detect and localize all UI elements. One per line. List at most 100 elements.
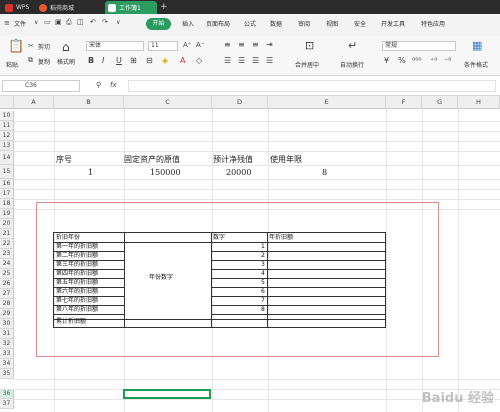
wrap-text-icon[interactable]: ↵ [348,39,357,52]
table-row-label[interactable]: 第二年的折旧额 [56,251,98,260]
table-number[interactable]: 7 [261,296,265,305]
name-box[interactable]: C36 [2,80,80,92]
column-header-b[interactable]: B [54,96,124,109]
column-header-a[interactable]: A [14,96,54,109]
table-row-label[interactable]: 第六年的折旧额 [56,287,98,296]
row-header[interactable]: 33 [0,349,14,359]
menu-formula[interactable]: 公式 [244,19,256,28]
hamburger-icon[interactable]: ≡ [4,19,10,27]
menu-page-layout[interactable]: 页面布局 [206,19,230,28]
menu-review[interactable]: 审阅 [298,19,310,28]
menu-features[interactable]: 特色应用 [421,19,445,28]
menu-start[interactable]: 开始 [146,18,171,30]
menu-insert[interactable]: 插入 [182,19,194,28]
row-header[interactable]: 11 [0,121,14,131]
align-top-icon[interactable]: ≡ [224,40,231,49]
cell-life-value[interactable]: 8 [322,168,327,177]
align-right-icon[interactable]: ☰ [252,56,259,65]
row-header[interactable]: 10 [0,111,14,121]
table-number[interactable]: 2 [261,251,265,260]
auto-wrap-button[interactable]: 自动换行 [340,60,364,69]
paste-button[interactable]: 粘贴 [6,60,18,69]
row-header[interactable]: 34 [0,359,14,369]
preview-icon[interactable]: ◫ [77,18,84,26]
chevron-down-icon[interactable]: ∨ [116,19,120,26]
table-row-label[interactable]: 第五年的折旧额 [56,278,98,287]
merge-center-icon[interactable]: ⊡ [305,39,314,52]
fx-icon[interactable]: fx [110,81,117,89]
table-number[interactable]: 6 [261,287,265,296]
tab-workbook[interactable]: 工作簿1 [105,1,157,14]
decimal-increase-icon[interactable]: ⁺⁰ [430,56,437,65]
chevron-down-icon[interactable]: ∨ [34,19,38,26]
format-painter-button[interactable]: 格式刷 [57,57,75,66]
save-icon[interactable]: ▣ [55,18,62,26]
strikethrough-icon[interactable]: ⊟ [146,56,153,65]
selected-cell[interactable] [123,389,211,399]
table-number[interactable]: 1 [261,242,265,251]
row-header[interactable]: 29 [0,309,14,319]
table-header-year[interactable]: 折旧年份 [56,233,80,242]
row-header[interactable]: 30 [0,319,14,329]
clear-format-icon[interactable]: ◇ [196,56,202,65]
row-header[interactable]: 27 [0,289,14,299]
align-center-icon[interactable]: ☰ [238,56,245,65]
table-merged-label[interactable]: 年份数字 [149,273,173,282]
row-header[interactable]: 25 [0,269,14,279]
table-number[interactable]: 5 [261,278,265,287]
zoom-icon[interactable]: ⚲ [96,81,101,89]
column-header-d[interactable]: D [212,96,268,109]
cell-life-header[interactable]: 使用年限 [270,154,302,165]
justify-icon[interactable]: ☰ [266,56,273,65]
column-header-h[interactable]: H [458,96,500,109]
column-header-g[interactable]: G [422,96,458,109]
row-header[interactable]: 19 [0,209,14,219]
grow-font-icon[interactable]: A⁺ [183,41,191,49]
menu-developer[interactable]: 开发工具 [381,19,405,28]
conditional-format-icon[interactable]: ▦ [472,39,482,52]
row-header[interactable]: 15 [0,165,14,179]
cell-seq-header[interactable]: 序号 [56,154,72,165]
row-header[interactable]: 12 [0,131,14,141]
row-header[interactable]: 17 [0,189,14,199]
menu-view[interactable]: 视图 [326,19,338,28]
number-format-select[interactable]: 常规 [382,41,456,51]
table-total-label[interactable]: 累计折旧额 [56,317,86,326]
indent-icon[interactable]: ⇥ [266,40,273,49]
row-header[interactable]: 26 [0,279,14,289]
paste-icon[interactable]: 📋 [8,39,24,54]
copy-button[interactable]: 复制 [38,57,50,66]
row-header[interactable]: 21 [0,229,14,239]
cell-asset-header[interactable]: 固定资产的原值 [124,154,180,165]
menu-data[interactable]: 数据 [270,19,282,28]
cell-seq-value[interactable]: 1 [88,168,93,177]
font-size-select[interactable]: 11 [148,41,178,51]
font-color-icon[interactable]: A [180,56,185,65]
row-header[interactable]: 24 [0,259,14,269]
conditional-format-button[interactable]: 条件格式 [464,60,488,69]
scissors-icon[interactable]: ✂ [28,42,34,50]
print-icon[interactable]: ⎙ [66,18,72,27]
select-all-corner[interactable] [0,96,14,109]
percent-icon[interactable]: % [398,56,406,65]
currency-icon[interactable]: ¥ [384,56,389,65]
italic-icon[interactable]: I [102,56,104,65]
row-header[interactable]: 22 [0,239,14,249]
align-middle-icon[interactable]: ≡ [238,40,245,49]
row-header[interactable]: 14 [0,151,14,165]
underline-icon[interactable]: U [116,56,122,65]
fill-color-icon[interactable]: ◈ [162,56,168,65]
row-header[interactable]: 13 [0,141,14,151]
format-painter-icon[interactable]: ⌂ [62,40,70,54]
column-header-e[interactable]: E [268,96,386,109]
thousands-icon[interactable]: ⁰⁰⁰ [412,56,422,65]
table-header-annual[interactable]: 年折旧额 [269,233,293,242]
cell-residual-value[interactable]: 20000 [226,168,251,177]
row-header[interactable]: 35 [0,369,14,379]
table-number[interactable]: 8 [261,305,265,314]
copy-icon[interactable]: ⧉ [28,56,33,65]
tab-wps[interactable]: WPS [2,1,34,14]
formula-input[interactable] [128,80,496,92]
merge-center-button[interactable]: 合并居中 [295,60,319,69]
tab-daoke[interactable]: 稻壳商城 [36,1,96,14]
